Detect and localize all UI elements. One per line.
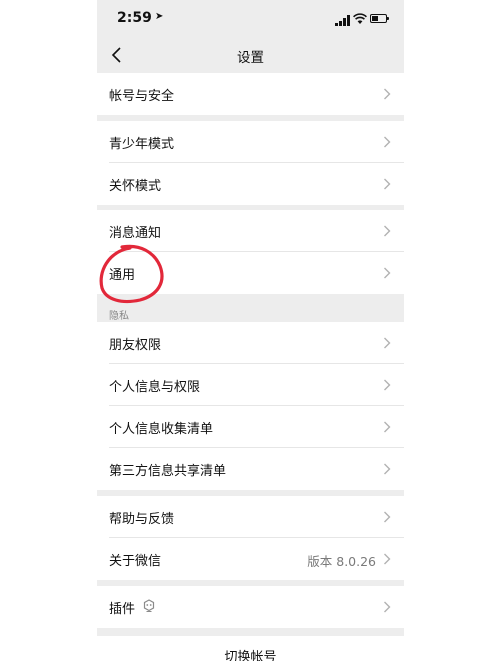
row-label: 个人信息与权限 (109, 380, 201, 395)
row-help-feedback[interactable]: 帮助与反馈 (97, 496, 404, 538)
page-title: 设置 (237, 50, 264, 66)
settings-group-account: 帐号与安全 (97, 73, 404, 115)
row-label: 个人信息收集清单 (109, 422, 214, 437)
row-label: 关于微信 (109, 554, 162, 569)
chevron-right-icon (384, 178, 391, 190)
switch-account-button[interactable]: 切换帐号 (97, 636, 404, 661)
settings-group-general: 消息通知 通用 (97, 210, 404, 294)
chevron-right-icon (384, 225, 391, 237)
row-account-security[interactable]: 帐号与安全 (97, 73, 404, 115)
settings-group-privacy: 朋友权限 个人信息与权限 个人信息收集清单 第三方信息共享清单 (97, 322, 404, 490)
row-plugins[interactable]: 插件 (97, 586, 404, 628)
row-label: 插件 (109, 602, 136, 617)
row-label: 帐号与安全 (109, 89, 175, 104)
row-label: 第三方信息共享清单 (109, 464, 227, 479)
row-label: 青少年模式 (109, 137, 175, 152)
nav-bar: 设置 (97, 38, 404, 72)
status-time: 2:59 (117, 10, 152, 26)
chevron-right-icon (384, 511, 391, 523)
row-about-wechat[interactable]: 关于微信 版本 8.0.26 (97, 538, 404, 580)
settings-group-plugins: 插件 (97, 586, 404, 628)
chevron-right-icon (384, 601, 391, 613)
row-general[interactable]: 通用 (97, 252, 404, 294)
section-label-privacy: 隐私 (109, 311, 129, 322)
row-label: 关怀模式 (109, 179, 162, 194)
row-teen-mode[interactable]: 青少年模式 (97, 121, 404, 163)
location-arrow-icon: ➤ (155, 11, 164, 22)
settings-group-modes: 青少年模式 关怀模式 (97, 121, 404, 205)
chevron-right-icon (384, 553, 391, 565)
chevron-right-icon (384, 267, 391, 279)
chevron-right-icon (384, 337, 391, 349)
chevron-right-icon (384, 88, 391, 100)
cellular-signal-icon (335, 15, 350, 26)
version-value: 版本 8.0.26 (307, 554, 376, 569)
row-label: 消息通知 (109, 226, 162, 241)
row-personal-info-permissions[interactable]: 个人信息与权限 (97, 364, 404, 406)
settings-group-help: 帮助与反馈 关于微信 版本 8.0.26 (97, 496, 404, 580)
row-friend-permissions[interactable]: 朋友权限 (97, 322, 404, 364)
wifi-icon (353, 13, 367, 24)
plugin-icon (143, 599, 155, 612)
row-third-party-sharing[interactable]: 第三方信息共享清单 (97, 448, 404, 490)
chevron-right-icon (384, 463, 391, 475)
battery-icon (370, 14, 389, 23)
status-bar: 2:59 ➤ (97, 0, 404, 38)
switch-account-label: 切换帐号 (224, 650, 277, 661)
row-care-mode[interactable]: 关怀模式 (97, 163, 404, 205)
chevron-right-icon (384, 136, 391, 148)
row-notifications[interactable]: 消息通知 (97, 210, 404, 252)
chevron-right-icon (384, 421, 391, 433)
row-label: 通用 (109, 268, 136, 283)
row-label: 朋友权限 (109, 338, 162, 353)
row-label: 帮助与反馈 (109, 512, 175, 527)
row-personal-info-collection[interactable]: 个人信息收集清单 (97, 406, 404, 448)
phone-screen: 2:59 ➤ 设置 帐号与安全 青少年模式 关怀模式 消息通知 通用 隐私 朋友… (97, 0, 404, 661)
chevron-right-icon (384, 379, 391, 391)
